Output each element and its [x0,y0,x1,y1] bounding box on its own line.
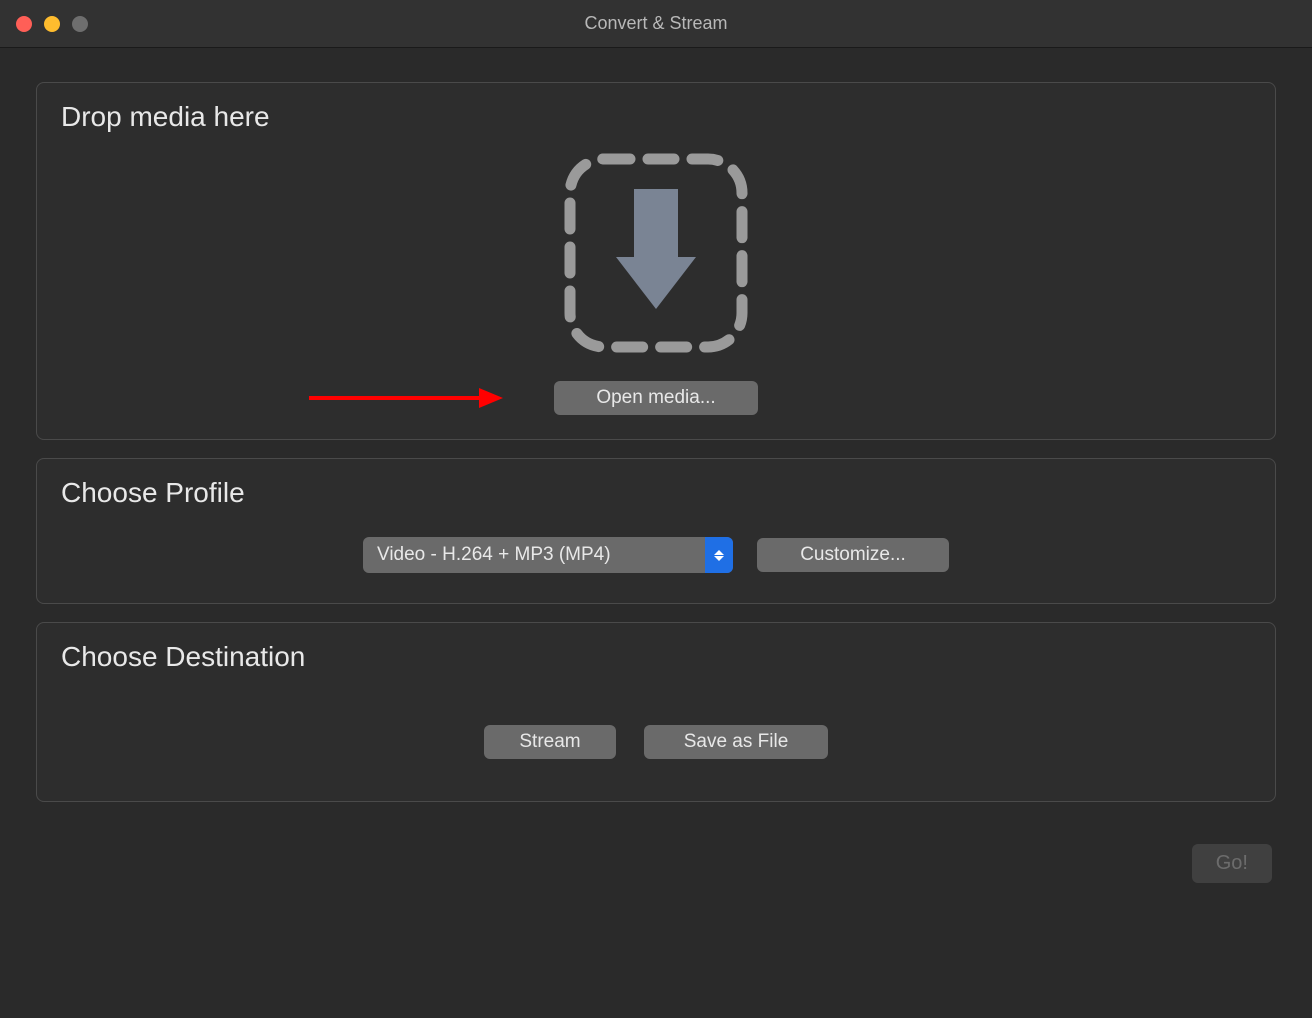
maximize-window-button[interactable] [72,16,88,32]
drop-media-panel: Drop media here Open media... [36,82,1276,440]
drop-media-title: Drop media here [61,101,1251,133]
choose-destination-panel: Choose Destination Stream Save as File [36,622,1276,802]
save-as-file-button[interactable]: Save as File [644,725,828,759]
red-arrow-annotation [307,385,505,411]
footer: Go! [36,820,1276,883]
titlebar: Convert & Stream [0,0,1312,48]
minimize-window-button[interactable] [44,16,60,32]
traffic-lights [0,16,88,32]
profile-select[interactable]: Video - H.264 + MP3 (MP4) [363,537,733,573]
download-arrow-icon [556,149,756,357]
go-button: Go! [1192,844,1272,883]
drop-area[interactable]: Open media... [61,145,1251,415]
open-media-button[interactable]: Open media... [554,381,758,415]
choose-destination-title: Choose Destination [61,641,1251,673]
profile-select-value: Video - H.264 + MP3 (MP4) [363,537,705,573]
window-title: Convert & Stream [584,13,727,34]
window-content: Drop media here Open media... Choose Pro… [0,48,1312,903]
open-media-row: Open media... [61,381,1251,415]
destination-row: Stream Save as File [61,685,1251,777]
customize-button[interactable]: Customize... [757,538,949,572]
choose-profile-panel: Choose Profile Video - H.264 + MP3 (MP4)… [36,458,1276,604]
choose-profile-title: Choose Profile [61,477,1251,509]
stream-button[interactable]: Stream [484,725,616,759]
profile-row: Video - H.264 + MP3 (MP4) Customize... [61,521,1251,579]
chevron-up-down-icon [705,537,733,573]
close-window-button[interactable] [16,16,32,32]
